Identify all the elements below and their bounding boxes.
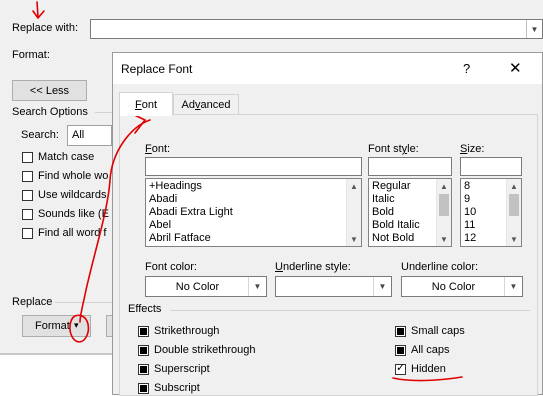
- annotation-arrow-icon: [32, 1, 45, 19]
- annotation-curve: [79, 119, 151, 323]
- annotation-underline: [392, 376, 463, 382]
- tab-font[interactable]: Font: [119, 92, 173, 116]
- annotation-circle: [69, 314, 90, 343]
- annotation-overlay: [32, 1, 463, 382]
- tab-font-label: Font: [134, 98, 158, 111]
